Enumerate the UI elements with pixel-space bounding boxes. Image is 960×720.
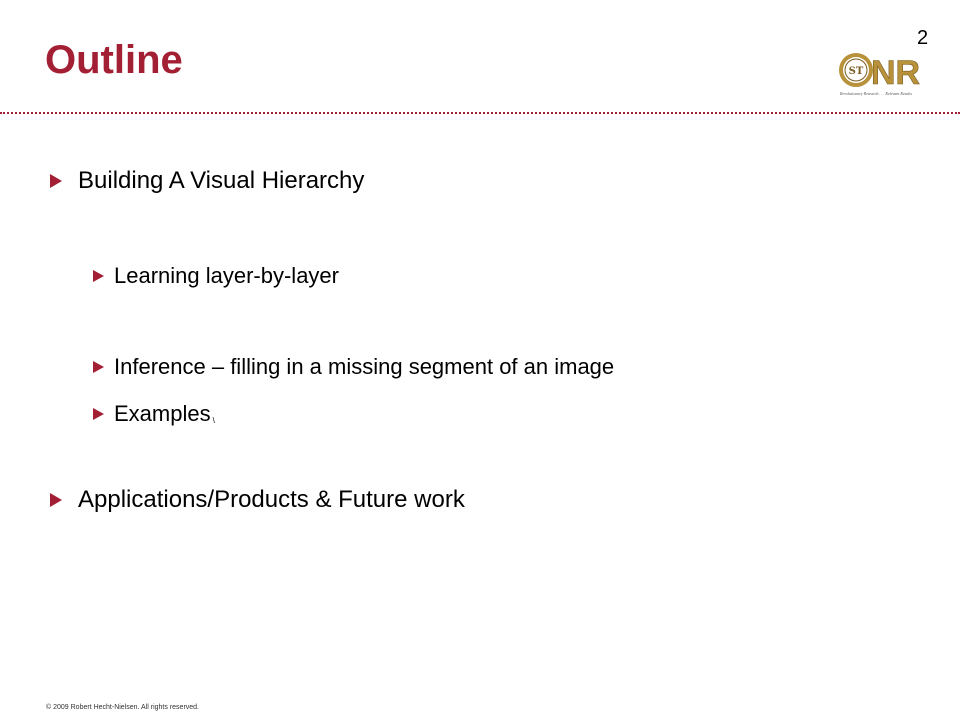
svg-text:ST: ST bbox=[849, 66, 864, 77]
subbullet-learning-layer: Learning layer-by-layer bbox=[93, 265, 339, 287]
bullet-arrow-icon bbox=[93, 270, 104, 282]
bullet-arrow-icon bbox=[50, 493, 62, 507]
svg-text:Revolutionary Research . . . R: Revolutionary Research . . . Relevant Re… bbox=[839, 91, 912, 96]
subbullet-suffix: \ bbox=[212, 416, 215, 425]
bullet-building-visual-hierarchy: Building A Visual Hierarchy bbox=[50, 169, 364, 193]
title-divider bbox=[0, 112, 960, 114]
bullet-applications-products: Applications/Products & Future work bbox=[50, 488, 465, 512]
onr-logo: ST NR Revolutionary Research . . . Relev… bbox=[839, 53, 920, 96]
bullet-text: Applications/Products & Future work bbox=[78, 486, 465, 513]
subbullet-examples: Examples \ bbox=[93, 403, 215, 425]
bullet-arrow-icon bbox=[93, 408, 104, 420]
bullet-arrow-icon bbox=[50, 174, 62, 188]
page-number: 2 bbox=[917, 27, 929, 49]
bullet-text: Building A Visual Hierarchy bbox=[78, 167, 365, 194]
bullet-arrow-icon bbox=[93, 361, 104, 373]
subbullet-text: Learning layer-by-layer bbox=[114, 263, 339, 288]
subbullet-text: Examples bbox=[114, 401, 211, 426]
subbullet-inference: Inference – filling in a missing segment… bbox=[93, 356, 614, 378]
slide-title: Outline bbox=[45, 38, 183, 82]
copyright-footer: © 2009 Robert Hecht-Nielsen. All rights … bbox=[46, 704, 200, 711]
subbullet-text: Inference – filling in a missing segment… bbox=[114, 354, 615, 379]
svg-text:NR: NR bbox=[871, 54, 920, 92]
